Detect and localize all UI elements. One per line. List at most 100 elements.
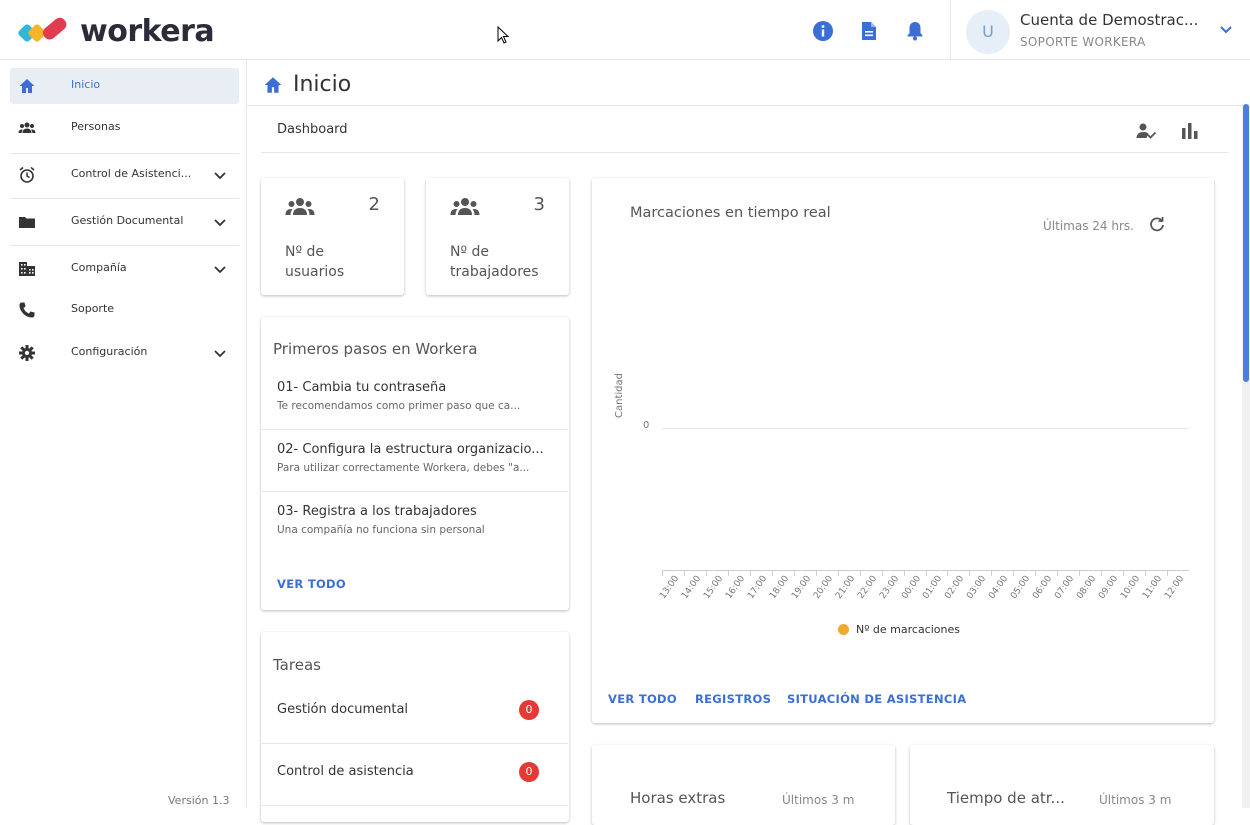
bell-icon[interactable] <box>904 20 926 42</box>
workera-logo[interactable]: workera <box>18 14 215 49</box>
sidebar-item-label: Personas <box>71 120 121 133</box>
page-title: Inicio <box>263 72 351 97</box>
tab-dashboard[interactable]: Dashboard <box>277 122 348 137</box>
x-tick-label: 00:00 <box>899 574 923 601</box>
divider <box>261 152 1229 153</box>
delay-card[interactable]: Tiempo de atr... Últimos 3 m <box>910 745 1214 825</box>
x-tick-mark <box>1145 570 1147 576</box>
document-icon[interactable] <box>858 20 880 42</box>
chart-range: Últimas 24 hrs. <box>1043 219 1134 233</box>
person-check-icon[interactable] <box>1135 120 1157 142</box>
chevron-down-icon[interactable] <box>1217 20 1235 38</box>
list-item[interactable]: Control de asistencia 0 <box>261 744 568 806</box>
x-tick-label: 16:00 <box>723 574 748 601</box>
x-tick-mark <box>1123 570 1125 576</box>
top-bar: workera U Cuenta de Demostrac... SOPORTE… <box>0 0 1250 60</box>
x-tick-mark <box>771 570 773 576</box>
workers-stat-card[interactable]: 3 Nº de trabajadores <box>426 178 569 295</box>
list-item[interactable]: 01- Cambia tu contraseña Te recomendamos… <box>261 368 568 430</box>
sidebar-item-personas[interactable]: Personas <box>10 110 239 146</box>
x-tick-mark <box>1035 570 1037 576</box>
y-tick-label: 0 <box>643 420 650 431</box>
x-tick-label: 19:00 <box>789 574 813 601</box>
x-tick-mark <box>749 570 751 576</box>
account-name: Cuenta de Demostrac... <box>1020 11 1199 29</box>
people-icon <box>285 198 315 215</box>
x-tick-mark <box>1013 570 1015 576</box>
tasks-card: Tareas Gestión documental 0 Control de a… <box>261 632 569 822</box>
task-label: Control de asistencia <box>277 764 414 779</box>
users-stat-card[interactable]: 2 Nº de usuarios <box>261 178 404 295</box>
x-tick-mark <box>727 570 729 576</box>
first-steps-card: Primeros pasos en Workera 01- Cambia tu … <box>261 317 569 610</box>
legend-label: Nº de marcaciones <box>856 623 960 636</box>
workers-count: 3 <box>533 194 545 215</box>
chart-legend[interactable]: Nº de marcaciones <box>838 623 960 636</box>
sidebar-item-label: Gestión Documental <box>71 214 184 227</box>
chevron-down-icon[interactable] <box>212 214 228 230</box>
see-all-link[interactable]: VER TODO <box>608 692 677 706</box>
x-tick-mark <box>662 570 663 576</box>
main-content: Inicio Dashboard 2 Nº de usuarios 3 Nº d <box>247 60 1242 825</box>
x-tick-mark <box>815 570 817 576</box>
attendance-status-link[interactable]: SITUACIÓN DE ASISTENCIA <box>787 692 966 706</box>
account-menu[interactable]: U Cuenta de Demostrac... SOPORTE WORKERA <box>950 0 1250 60</box>
x-tick-label: 15:00 <box>702 574 726 601</box>
logo-text: workera <box>80 14 215 49</box>
list-item[interactable]: 02- Configura la estructura organizacio.… <box>261 430 568 492</box>
sidebar: Inicio Personas Control de Asistenci... … <box>0 60 247 808</box>
alarm-icon <box>19 166 35 183</box>
chevron-down-icon[interactable] <box>212 345 228 361</box>
records-link[interactable]: REGISTROS <box>695 692 771 706</box>
count-badge: 0 <box>519 762 539 782</box>
people-icon <box>18 122 36 133</box>
x-tick-label: 10:00 <box>1119 574 1143 601</box>
sidebar-item-soporte[interactable]: Soporte <box>10 292 239 328</box>
x-tick-label: 11:00 <box>1141 574 1165 601</box>
refresh-icon[interactable] <box>1148 216 1166 234</box>
y-axis-label: Cantidad <box>614 373 625 418</box>
sidebar-item-compania[interactable]: Compañía <box>10 251 239 287</box>
folder-icon <box>19 217 35 228</box>
x-tick-mark <box>1167 570 1169 576</box>
see-all-link[interactable]: VER TODO <box>277 577 346 591</box>
x-tick-label: 14:00 <box>680 574 704 601</box>
sidebar-item-gestion-documental[interactable]: Gestión Documental <box>10 204 239 240</box>
delay-range: Últimos 3 m <box>1099 793 1172 807</box>
sidebar-item-label: Control de Asistenci... <box>71 167 192 180</box>
chevron-down-icon[interactable] <box>212 167 228 183</box>
phone-icon <box>19 302 35 318</box>
x-tick-mark <box>793 570 795 576</box>
tasks-title: Tareas <box>273 656 321 674</box>
sidebar-divider <box>10 153 239 154</box>
x-tick-mark <box>1101 570 1103 576</box>
x-tick-mark <box>837 570 839 576</box>
step-desc: Te recomendamos como primer paso que ca.… <box>277 400 521 412</box>
list-item[interactable]: 03- Registra a los trabajadores Una comp… <box>261 492 568 554</box>
users-count: 2 <box>368 194 380 215</box>
x-tick-label: 07:00 <box>1053 574 1077 601</box>
x-tick-mark <box>859 570 861 576</box>
bar-chart-icon[interactable] <box>1180 120 1200 142</box>
x-tick-mark <box>683 570 685 576</box>
step-title: 03- Registra a los trabajadores <box>277 504 477 519</box>
x-tick-label: 17:00 <box>745 574 770 601</box>
overtime-card[interactable]: Horas extras Últimos 3 m <box>592 745 895 825</box>
x-tick-label: 05:00 <box>1009 574 1033 601</box>
account-role: SOPORTE WORKERA <box>1020 35 1146 49</box>
sidebar-item-configuracion[interactable]: Configuración <box>10 335 239 371</box>
legend-dot <box>838 624 849 635</box>
sidebar-item-inicio[interactable]: Inicio <box>10 68 239 104</box>
info-icon[interactable] <box>812 20 834 42</box>
scrollbar-thumb[interactable] <box>1243 104 1249 382</box>
chevron-down-icon[interactable] <box>212 261 228 277</box>
home-icon <box>19 79 35 93</box>
zero-gridline <box>662 428 1189 429</box>
version-label: Versión 1.3 <box>168 794 230 807</box>
sidebar-item-control-asistencia[interactable]: Control de Asistenci... <box>10 157 239 193</box>
list-item[interactable]: Gestión documental 0 <box>261 682 568 744</box>
x-tick-label: 06:00 <box>1031 574 1055 601</box>
workers-label: Nº de trabajadores <box>450 244 539 280</box>
x-tick-mark <box>903 570 905 576</box>
avatar[interactable]: U <box>966 10 1010 54</box>
